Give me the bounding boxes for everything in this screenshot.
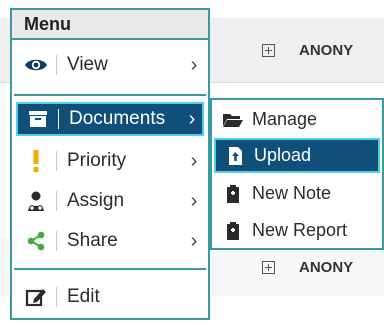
menu-item-separator bbox=[56, 151, 57, 171]
exclamation-icon bbox=[16, 144, 56, 178]
documents-submenu: Manage Upload New Note New Report bbox=[210, 98, 384, 250]
menu-item-share[interactable]: Share › bbox=[16, 224, 204, 258]
chevron-right-icon: › bbox=[190, 149, 198, 172]
expand-icon[interactable] bbox=[262, 44, 275, 57]
menu-divider bbox=[14, 268, 206, 270]
menu-title: Menu bbox=[12, 10, 208, 40]
menu-item-documents[interactable]: Documents › bbox=[16, 102, 204, 136]
user-assign-icon bbox=[16, 184, 56, 218]
menu-item-separator bbox=[56, 231, 57, 251]
menu-item-label: Documents bbox=[69, 108, 166, 129]
submenu-item-manage[interactable]: Manage bbox=[214, 102, 380, 137]
menu-divider bbox=[14, 94, 206, 96]
clipboard-icon bbox=[214, 221, 252, 241]
context-menu: Menu View › Documents › Priority › Assig… bbox=[10, 8, 210, 320]
background-row-bottom-content: ANONY bbox=[262, 259, 353, 276]
chevron-right-icon: › bbox=[190, 189, 198, 212]
chevron-right-icon: › bbox=[190, 53, 198, 76]
upload-file-icon bbox=[216, 146, 254, 166]
chevron-right-icon: › bbox=[190, 229, 198, 252]
clipboard-icon bbox=[214, 184, 252, 204]
menu-item-label: View bbox=[67, 54, 108, 75]
menu-item-priority[interactable]: Priority › bbox=[16, 144, 204, 178]
expand-icon[interactable] bbox=[262, 261, 275, 274]
eye-icon bbox=[16, 48, 56, 82]
submenu-item-new-report[interactable]: New Report bbox=[214, 213, 380, 248]
menu-item-edit[interactable]: Edit bbox=[16, 280, 204, 314]
menu-item-view[interactable]: View › bbox=[16, 48, 204, 82]
chevron-right-icon: › bbox=[188, 107, 196, 130]
menu-item-assign[interactable]: Assign › bbox=[16, 184, 204, 218]
submenu-item-label: Upload bbox=[254, 145, 312, 165]
menu-item-separator bbox=[58, 109, 59, 129]
archive-box-icon bbox=[18, 102, 58, 136]
share-icon bbox=[16, 224, 56, 258]
menu-item-label: Priority bbox=[67, 150, 127, 171]
background-row-top-label: ANONY bbox=[299, 42, 354, 59]
edit-icon bbox=[16, 280, 56, 314]
submenu-item-label: New Note bbox=[252, 183, 332, 203]
submenu-item-label: New Report bbox=[252, 220, 348, 240]
submenu-item-new-note[interactable]: New Note bbox=[214, 176, 380, 211]
submenu-item-upload[interactable]: Upload bbox=[214, 138, 380, 173]
menu-item-label: Edit bbox=[67, 286, 100, 307]
menu-item-label: Assign bbox=[67, 190, 125, 211]
menu-item-label: Share bbox=[67, 230, 118, 251]
submenu-item-label: Manage bbox=[252, 109, 318, 129]
menu-item-separator bbox=[56, 191, 57, 211]
menu-item-separator bbox=[56, 287, 57, 307]
menu-item-separator bbox=[56, 55, 57, 75]
folder-open-icon bbox=[214, 112, 252, 128]
background-row-top-content: ANONY bbox=[262, 42, 353, 59]
background-row-bottom-label: ANONY bbox=[299, 259, 354, 276]
